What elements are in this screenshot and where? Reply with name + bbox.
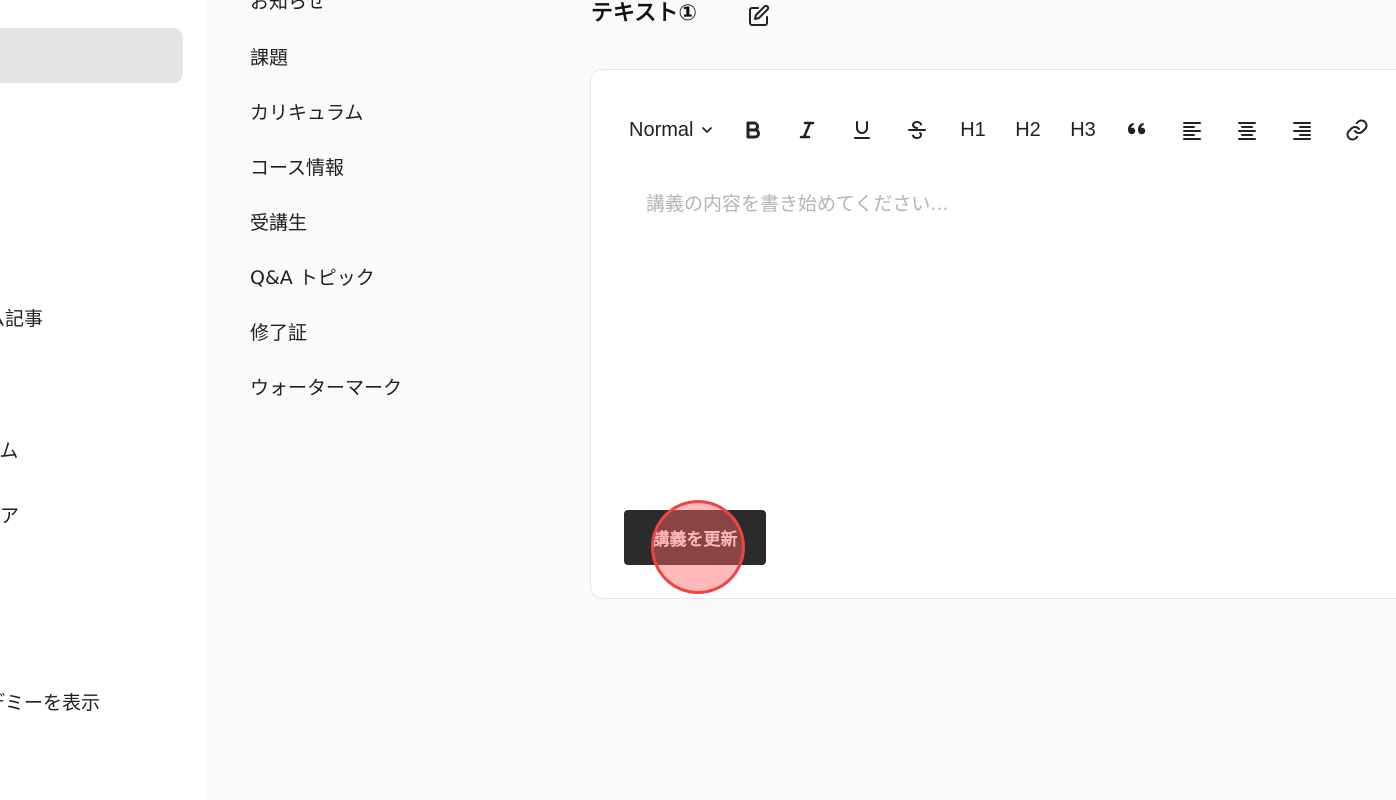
sidebar-item[interactable]: ラム bbox=[0, 439, 18, 463]
heading-2-button[interactable]: H2 bbox=[1011, 114, 1045, 146]
lecture-content-editor[interactable]: 講義の内容を書き始めてください... bbox=[646, 190, 1386, 450]
heading-2-label: H2 bbox=[1015, 118, 1041, 141]
heading-1-label: H1 bbox=[960, 118, 986, 141]
course-subnav: お知らせ 課題 カリキュラム コース情報 受講生 Q&A トピック 修了証 ウォ… bbox=[207, 0, 590, 800]
underline-icon bbox=[854, 121, 870, 139]
subnav-item-watermark[interactable]: ウォーターマーク bbox=[250, 376, 402, 400]
heading-3-button[interactable]: H3 bbox=[1066, 114, 1100, 146]
main-sidebar: ト ム記事 ト ラム ェア デミーを表示 bbox=[0, 0, 207, 800]
sidebar-active-item[interactable] bbox=[0, 28, 183, 83]
blockquote-button[interactable] bbox=[1125, 114, 1149, 146]
sidebar-item-view-academy[interactable]: デミーを表示 bbox=[0, 691, 100, 715]
format-select[interactable]: Normal bbox=[629, 114, 739, 146]
update-lecture-button[interactable]: 講義を更新 bbox=[624, 510, 766, 565]
italic-icon bbox=[799, 121, 815, 139]
subnav-item-announcements[interactable]: お知らせ bbox=[250, 0, 326, 14]
sidebar-item[interactable]: ェア bbox=[0, 504, 19, 528]
align-center-icon bbox=[1238, 122, 1256, 140]
quote-icon bbox=[1128, 123, 1146, 135]
editor-card: Normal H1 H2 H3 講義の内容を書き始めてください... 講義を更新 bbox=[590, 69, 1396, 599]
align-right-button[interactable] bbox=[1290, 114, 1314, 146]
bold-icon bbox=[746, 121, 760, 139]
format-select-value: Normal bbox=[629, 118, 694, 141]
align-right-icon bbox=[1293, 122, 1311, 140]
align-left-button[interactable] bbox=[1180, 114, 1204, 146]
link-icon bbox=[1346, 119, 1368, 141]
heading-3-label: H3 bbox=[1070, 118, 1096, 141]
page-title: テキスト① bbox=[591, 1, 697, 26]
chevron-down-icon bbox=[702, 127, 713, 133]
strikethrough-icon bbox=[908, 120, 926, 140]
subnav-item-certificate[interactable]: 修了証 bbox=[250, 321, 307, 345]
link-button[interactable] bbox=[1345, 114, 1369, 146]
sidebar-item[interactable]: ム記事 bbox=[0, 307, 43, 331]
strikethrough-button[interactable] bbox=[905, 114, 929, 146]
sidebar-item[interactable]: ト bbox=[0, 371, 3, 395]
subnav-item-curriculum[interactable]: カリキュラム bbox=[250, 101, 363, 125]
align-center-button[interactable] bbox=[1235, 114, 1259, 146]
bold-button[interactable] bbox=[741, 114, 765, 146]
align-left-icon bbox=[1183, 122, 1201, 140]
subnav-item-qa-topics[interactable]: Q&A トピック bbox=[250, 266, 375, 290]
italic-button[interactable] bbox=[795, 114, 819, 146]
subnav-item-students[interactable]: 受講生 bbox=[250, 211, 307, 235]
heading-1-button[interactable]: H1 bbox=[956, 114, 990, 146]
edit-icon[interactable] bbox=[747, 4, 771, 28]
sidebar-item[interactable]: ト bbox=[0, 110, 3, 134]
subnav-item-course-info[interactable]: コース情報 bbox=[250, 156, 344, 180]
underline-button[interactable] bbox=[850, 114, 874, 146]
subnav-item-assignments[interactable]: 課題 bbox=[250, 46, 288, 70]
